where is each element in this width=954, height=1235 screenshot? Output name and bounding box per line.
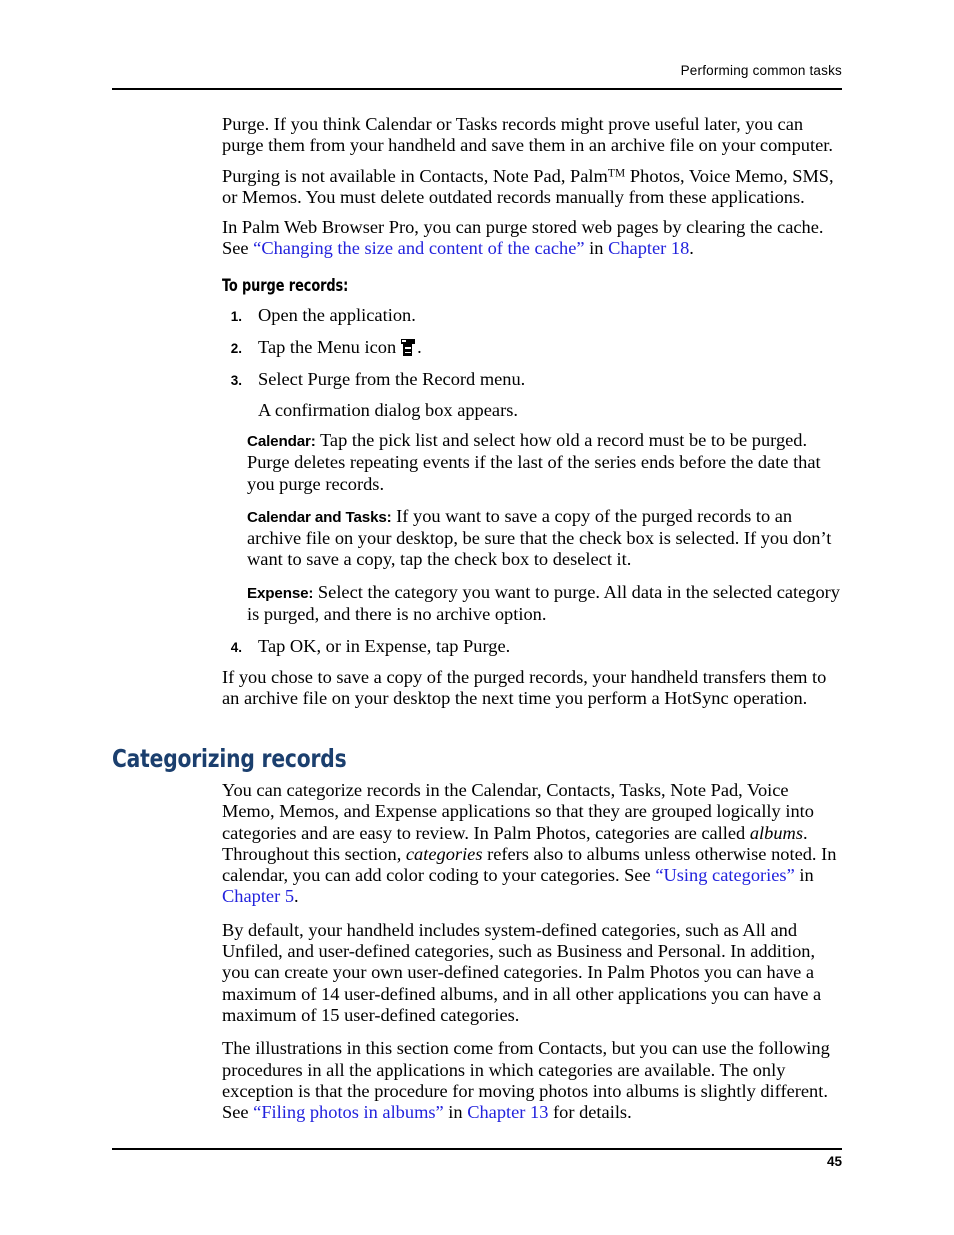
paragraph-categorize-records: You can categorize records in the Calend…	[222, 780, 844, 908]
link-changing-cache-size[interactable]: “Changing the size and content of the ca…	[253, 238, 584, 258]
link-chapter-13[interactable]: Chapter 13	[467, 1102, 548, 1122]
italic-categories: categories	[405, 843, 483, 864]
procedure-step-4: 4. Tap OK, or in Expense, tap Purge.	[222, 636, 844, 657]
running-header-title: Performing common tasks	[680, 63, 842, 78]
procedure-heading-to-purge-records: To purge records:	[222, 275, 349, 295]
paragraph-archive-hotsync: If you chose to save a copy of the purge…	[222, 666, 827, 708]
document-page: Performing common tasks Purge. If you th…	[0, 0, 954, 1235]
link-chapter-18[interactable]: Chapter 18	[608, 238, 689, 258]
text-segment: in	[443, 1102, 468, 1123]
text-segment: in	[794, 865, 814, 886]
paragraph-web-browser-cache: In Palm Web Browser Pro, you can purge s…	[222, 217, 844, 260]
text-segment: .	[689, 238, 694, 259]
step-3-note: A confirmation dialog box appears.	[258, 399, 518, 420]
main-content-lower: You can categorize records in the Calend…	[222, 780, 844, 1132]
text-segment: .	[294, 886, 299, 907]
definition-term: Calendar:	[247, 432, 316, 450]
step-text: Select Purge from the Record menu.	[258, 369, 526, 390]
definition-calendar-and-tasks: Calendar and Tasks: If you want to save …	[247, 506, 844, 571]
paragraph-purge-intro: Purge. If you think Calendar or Tasks re…	[222, 114, 833, 156]
step-text: Open the application.	[258, 304, 416, 325]
page-number: 45	[826, 1154, 842, 1169]
procedure-step-3: 3. Select Purge from the Record menu.	[222, 369, 844, 390]
link-chapter-5[interactable]: Chapter 5	[222, 886, 294, 906]
text-segment: You can categorize records in the Calend…	[222, 780, 814, 843]
paragraph-illustrations-note: The illustrations in this section come f…	[222, 1038, 844, 1123]
section-heading-categorizing-records: Categorizing records	[112, 744, 347, 773]
text-segment: for details.	[548, 1102, 632, 1123]
main-content-upper: Purge. If you think Calendar or Tasks re…	[222, 114, 844, 718]
procedure-step-list: 1. Open the application. 2. Tap the Menu…	[222, 305, 844, 658]
procedure-step-1: 1. Open the application.	[222, 305, 844, 326]
menu-icon-box	[403, 344, 413, 357]
definition-text: Select the category you want to purge. A…	[247, 581, 841, 625]
definition-term: Calendar and Tasks:	[247, 508, 392, 526]
definition-expense: Expense: Select the category you want to…	[247, 582, 844, 626]
definition-text: Tap the pick list and select how old a r…	[247, 429, 821, 494]
paragraph-purging-availability: Purging is not available in Contacts, No…	[222, 166, 844, 209]
italic-albums: albums	[749, 822, 803, 843]
menu-icon	[400, 339, 416, 357]
procedure-step-2: 2. Tap the Menu icon.	[222, 337, 844, 358]
step-text: Tap the Menu icon	[258, 337, 397, 358]
definition-calendar: Calendar: Tap the pick list and select h…	[247, 430, 844, 495]
footer-rule	[112, 1148, 842, 1150]
paragraph-default-categories: By default, your handheld includes syste…	[222, 919, 822, 1025]
text-segment: in	[584, 238, 609, 259]
page-footer: 45	[112, 1153, 842, 1171]
step-number: 1.	[230, 308, 242, 324]
trademark-symbol: TM	[607, 167, 626, 180]
link-using-categories[interactable]: “Using categories”	[655, 865, 794, 885]
running-header: Performing common tasks	[112, 62, 842, 83]
step-text-suffix: .	[417, 337, 422, 358]
definition-term: Expense:	[247, 584, 314, 602]
link-filing-photos-in-albums[interactable]: “Filing photos in albums”	[253, 1102, 444, 1122]
step-number: 4.	[230, 640, 242, 656]
step-number: 2.	[230, 341, 242, 357]
step-text: Tap OK, or in Expense, tap Purge.	[258, 636, 511, 657]
text-segment: Purging is not available in Contacts, No…	[222, 165, 608, 186]
header-rule	[112, 88, 842, 90]
step-number: 3.	[230, 373, 242, 389]
